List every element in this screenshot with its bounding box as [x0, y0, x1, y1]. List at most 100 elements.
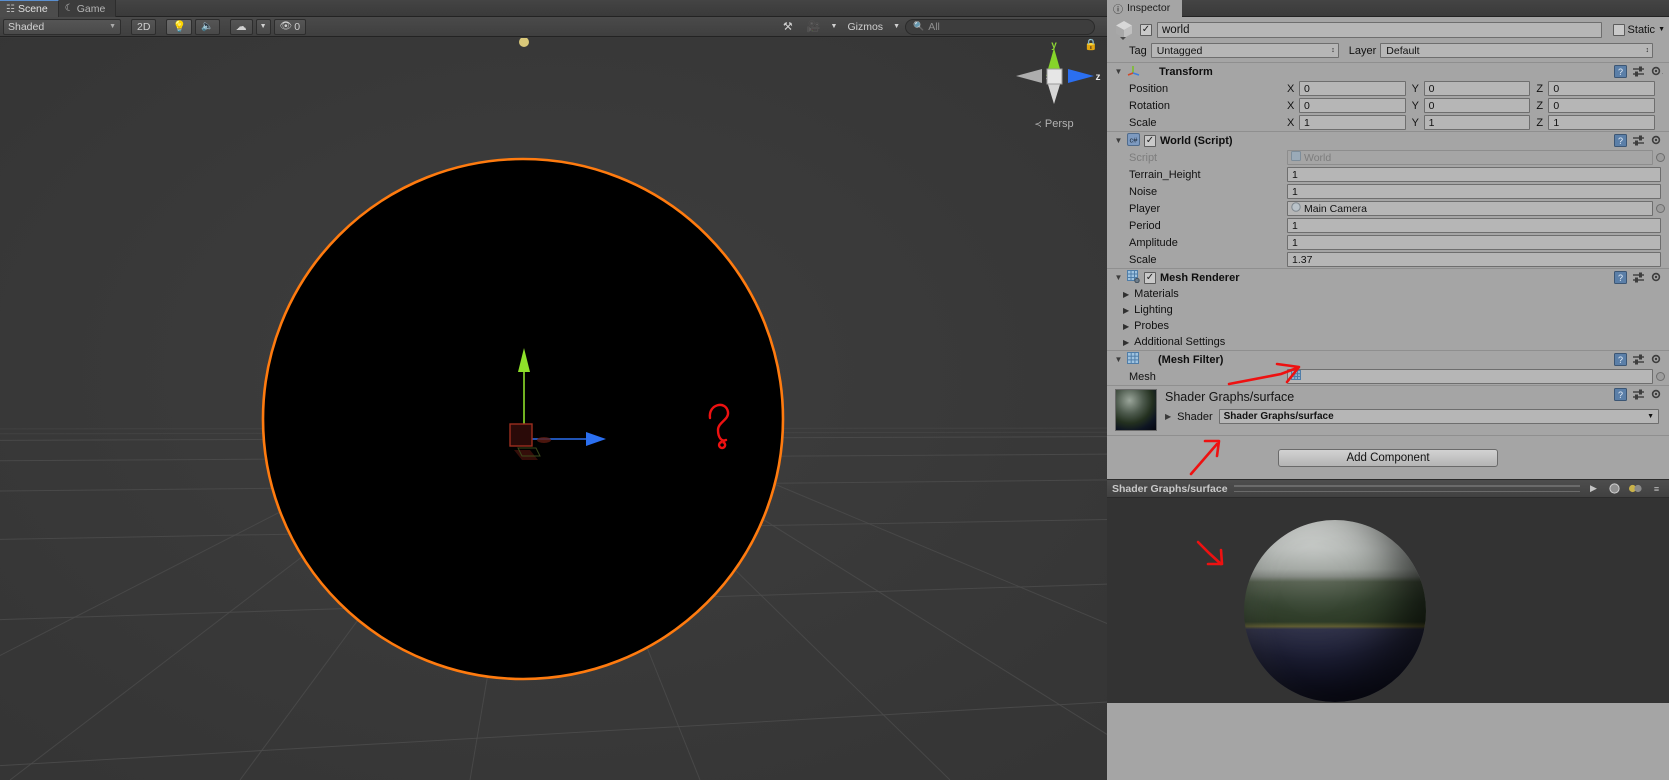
mesh-filter-header[interactable]: ▼ (Mesh Filter) ?: [1107, 351, 1669, 368]
preview-menu-icon[interactable]: ≡: [1649, 482, 1664, 495]
object-picker-icon[interactable]: [1656, 153, 1665, 162]
tab-game[interactable]: ☾ Game: [58, 0, 117, 17]
position-z-field[interactable]: 0: [1548, 81, 1656, 96]
preset-icon[interactable]: [1632, 65, 1645, 78]
rotation-x-field[interactable]: 0: [1299, 98, 1406, 113]
scale-z-field[interactable]: 1: [1548, 115, 1656, 130]
world-script-enabled-checkbox[interactable]: ✓: [1144, 134, 1156, 147]
chevron-down-icon[interactable]: ▼: [1658, 26, 1665, 33]
foldout-arrow-icon: ▶: [1123, 305, 1130, 315]
preview-area[interactable]: [1107, 498, 1669, 703]
lighting-toggle-icon[interactable]: [1628, 482, 1643, 495]
transform-header[interactable]: ▼ Transform ?: [1107, 63, 1669, 80]
transform-title: Transform: [1159, 65, 1213, 78]
foldout-arrow-icon[interactable]: ▼: [1114, 355, 1123, 364]
help-icon[interactable]: ?: [1614, 388, 1627, 401]
toggle-2d-button[interactable]: 2D: [131, 18, 157, 35]
scene-orientation-gizmo[interactable]: y z 🔒 ≺ Persp: [1006, 38, 1102, 148]
tab-inspector[interactable]: ⓘ Inspector: [1107, 0, 1183, 17]
gameobject-header: ✓ world ✓ Static ▼ Tag Untagged ↕ Layer: [1107, 17, 1669, 62]
tab-scene[interactable]: ☷ Scene: [0, 0, 59, 17]
svg-text:?: ?: [1618, 355, 1623, 365]
foldout-probes[interactable]: ▶ Probes: [1107, 318, 1669, 334]
tag-dropdown[interactable]: Untagged ↕: [1150, 43, 1339, 58]
scene-search-input[interactable]: 🔍 All: [905, 18, 1095, 35]
foldout-arrow-icon[interactable]: ▼: [1114, 67, 1123, 76]
foldout-arrow-icon[interactable]: ▼: [1114, 273, 1123, 282]
help-icon[interactable]: ?: [1614, 134, 1627, 147]
scale-x-field[interactable]: 1: [1299, 115, 1406, 130]
gear-icon[interactable]: [1650, 388, 1663, 401]
gameobject-name-field[interactable]: world: [1157, 21, 1602, 38]
shader-dropdown[interactable]: Shader Graphs/surface ▼: [1218, 409, 1659, 424]
foldout-additional-settings[interactable]: ▶ Additional Settings: [1107, 334, 1669, 350]
script-scale-field[interactable]: 1.37: [1287, 252, 1661, 267]
draw-mode-dropdown[interactable]: Shaded ▼: [3, 18, 121, 35]
world-script-header[interactable]: ▼ c# ✓ World (Script) ?: [1107, 132, 1669, 149]
preview-drag-grip[interactable]: [1233, 485, 1580, 492]
effects-dropdown[interactable]: ▼: [255, 18, 271, 35]
static-toggle-group[interactable]: ✓ Static ▼: [1612, 23, 1665, 36]
preset-icon[interactable]: [1632, 271, 1645, 284]
gear-icon[interactable]: [1650, 271, 1663, 284]
noise-field[interactable]: 1: [1287, 184, 1661, 199]
preset-icon[interactable]: [1632, 388, 1645, 401]
gear-icon[interactable]: [1650, 353, 1663, 366]
gear-icon[interactable]: ▼: [1650, 65, 1663, 78]
foldout-arrow-icon[interactable]: ▼: [1114, 136, 1123, 145]
scale-y-field[interactable]: 1: [1423, 115, 1531, 130]
gizmo-axis-negz: [1016, 69, 1042, 83]
chevron-down-icon: ▼: [830, 23, 838, 30]
position-x-field[interactable]: 0: [1299, 81, 1406, 96]
lighting-toggle-button[interactable]: 💡: [166, 18, 193, 35]
object-picker-icon[interactable]: [1656, 204, 1665, 213]
player-label: Player: [1129, 202, 1161, 215]
hidden-objects-button[interactable]: 👁 0: [273, 18, 307, 35]
help-icon[interactable]: ?: [1614, 271, 1627, 284]
updown-arrow-icon: ↕: [1331, 47, 1335, 54]
scene-tools-button[interactable]: ⚒: [777, 19, 799, 35]
gear-icon[interactable]: [1650, 134, 1663, 147]
preset-icon[interactable]: [1632, 353, 1645, 366]
foldout-lighting[interactable]: ▶ Lighting: [1107, 302, 1669, 318]
mesh-renderer-header[interactable]: ▼ ✓ Mesh Renderer ?: [1107, 269, 1669, 286]
effects-button[interactable]: ☁: [229, 18, 253, 35]
terrain-height-field[interactable]: 1: [1287, 167, 1661, 182]
gizmos-button[interactable]: Gizmos: [842, 19, 888, 35]
axis-z-label: Z: [1536, 99, 1544, 112]
mesh-object-field[interactable]: [1287, 369, 1665, 384]
preset-icon[interactable]: [1632, 134, 1645, 147]
rotation-y-value: 0: [1428, 99, 1435, 112]
lock-icon[interactable]: 🔒: [1084, 38, 1098, 51]
move-gizmo[interactable]: [470, 338, 730, 468]
layer-dropdown[interactable]: Default ↕: [1380, 43, 1653, 58]
sphere-icon[interactable]: [1607, 482, 1622, 495]
position-y-field[interactable]: 0: [1423, 81, 1531, 96]
rotation-y-field[interactable]: 0: [1423, 98, 1531, 113]
scene-viewport[interactable]: y z 🔒 ≺ Persp: [0, 38, 1107, 780]
object-picker-icon[interactable]: [1656, 372, 1665, 381]
player-object-field[interactable]: Main Camera: [1287, 201, 1665, 216]
amplitude-field[interactable]: 1: [1287, 235, 1661, 250]
gizmos-dropdown[interactable]: ▼: [891, 19, 902, 35]
period-field[interactable]: 1: [1287, 218, 1661, 233]
axis-z-label: Z: [1536, 82, 1544, 95]
scene-camera-dropdown[interactable]: ▼: [829, 19, 840, 35]
rotation-z-field[interactable]: 0: [1548, 98, 1656, 113]
help-icon[interactable]: ?: [1614, 353, 1627, 366]
noise-value: 1: [1292, 185, 1298, 198]
axis-z-label: Z: [1536, 116, 1544, 129]
mesh-renderer-enabled-checkbox[interactable]: ✓: [1144, 271, 1156, 284]
projection-label[interactable]: Persp: [1045, 118, 1074, 130]
gameobject-enabled-checkbox[interactable]: ✓: [1140, 23, 1152, 36]
add-component-button[interactable]: Add Component: [1278, 448, 1498, 467]
static-checkbox[interactable]: ✓: [1612, 23, 1625, 36]
play-icon[interactable]: ▶: [1586, 482, 1601, 495]
foldout-arrow-icon[interactable]: ▶: [1165, 412, 1171, 421]
foldout-materials[interactable]: ▶ Materials: [1107, 286, 1669, 302]
help-icon[interactable]: ?: [1614, 65, 1627, 78]
script-object-field: World: [1287, 150, 1665, 165]
tab-inspector-label: Inspector: [1127, 2, 1171, 14]
audio-toggle-button[interactable]: 🔈: [195, 18, 220, 35]
scene-camera-button[interactable]: 🎥: [802, 19, 826, 35]
